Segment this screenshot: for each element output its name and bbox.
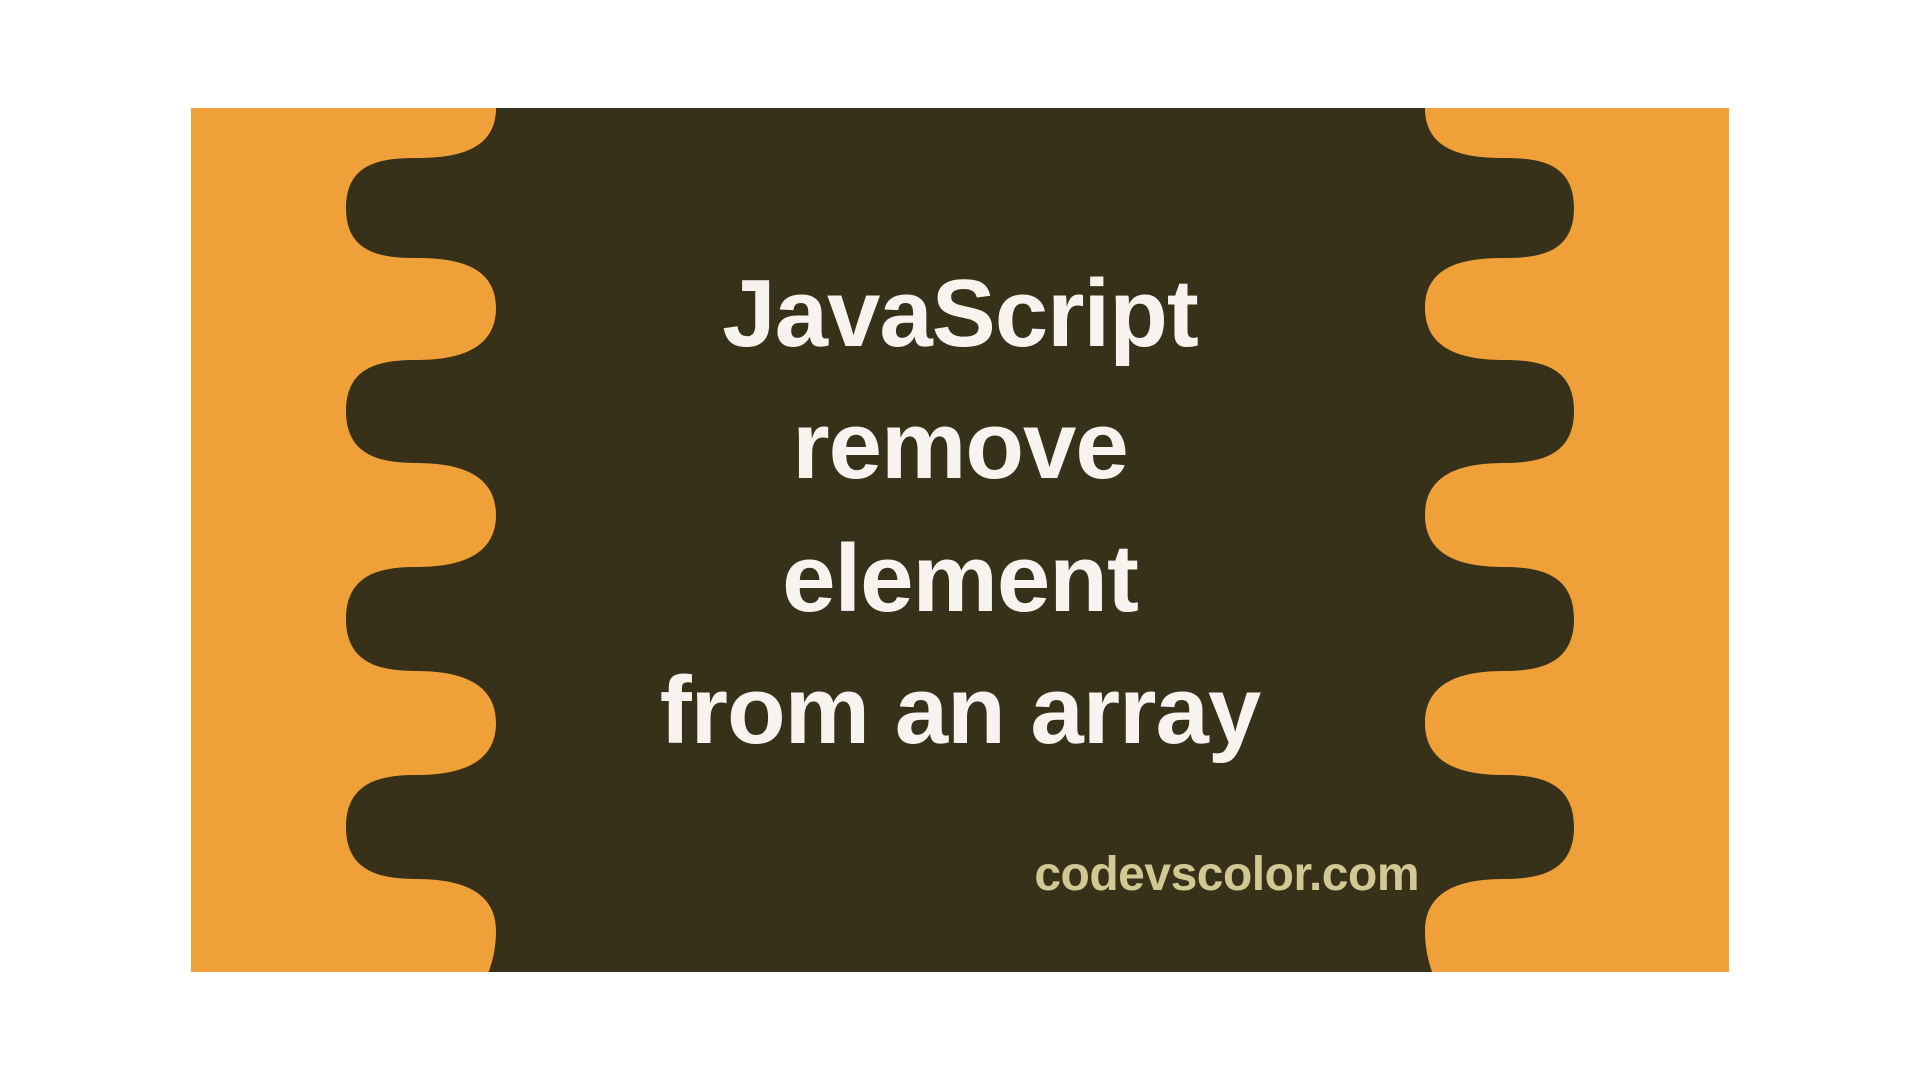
banner-heading: JavaScript remove element from an array <box>191 248 1729 778</box>
heading-line-3: element <box>782 525 1138 632</box>
heading-line-2: remove <box>792 392 1128 499</box>
banner-card: JavaScript remove element from an array … <box>191 108 1729 972</box>
brand-label: codevscolor.com <box>1034 847 1419 902</box>
heading-line-4: from an array <box>660 657 1261 764</box>
heading-line-1: JavaScript <box>722 260 1198 367</box>
